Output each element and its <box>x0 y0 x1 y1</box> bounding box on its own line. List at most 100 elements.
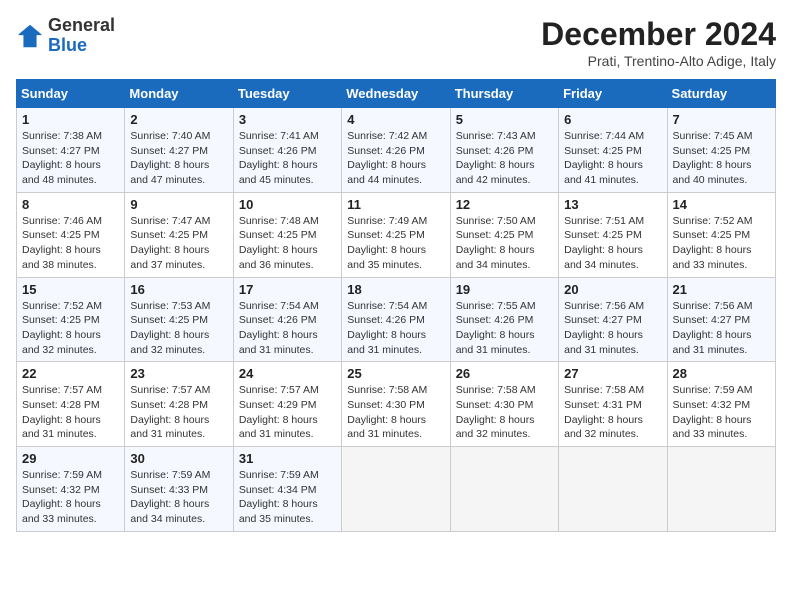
calendar-cell: 17 Sunrise: 7:54 AM Sunset: 4:26 PM Dayl… <box>233 277 341 362</box>
day-number: 18 <box>347 282 444 297</box>
calendar-cell: 10 Sunrise: 7:48 AM Sunset: 4:25 PM Dayl… <box>233 192 341 277</box>
day-info: Sunrise: 7:42 AM Sunset: 4:26 PM Dayligh… <box>347 129 444 188</box>
day-number: 27 <box>564 366 661 381</box>
logo-name: General Blue <box>48 16 115 56</box>
calendar-cell: 26 Sunrise: 7:58 AM Sunset: 4:30 PM Dayl… <box>450 362 558 447</box>
calendar-cell: 15 Sunrise: 7:52 AM Sunset: 4:25 PM Dayl… <box>17 277 125 362</box>
calendar-row: 29 Sunrise: 7:59 AM Sunset: 4:32 PM Dayl… <box>17 447 776 532</box>
calendar-cell: 1 Sunrise: 7:38 AM Sunset: 4:27 PM Dayli… <box>17 108 125 193</box>
calendar-cell: 19 Sunrise: 7:55 AM Sunset: 4:26 PM Dayl… <box>450 277 558 362</box>
col-tuesday: Tuesday <box>233 80 341 108</box>
calendar-cell: 23 Sunrise: 7:57 AM Sunset: 4:28 PM Dayl… <box>125 362 233 447</box>
day-number: 24 <box>239 366 336 381</box>
day-info: Sunrise: 7:54 AM Sunset: 4:26 PM Dayligh… <box>239 299 336 358</box>
day-number: 22 <box>22 366 119 381</box>
day-number: 4 <box>347 112 444 127</box>
day-info: Sunrise: 7:59 AM Sunset: 4:34 PM Dayligh… <box>239 468 336 527</box>
calendar-cell: 14 Sunrise: 7:52 AM Sunset: 4:25 PM Dayl… <box>667 192 775 277</box>
calendar-cell <box>450 447 558 532</box>
logo-general: General <box>48 15 115 35</box>
day-info: Sunrise: 7:58 AM Sunset: 4:30 PM Dayligh… <box>456 383 553 442</box>
day-info: Sunrise: 7:50 AM Sunset: 4:25 PM Dayligh… <box>456 214 553 273</box>
day-number: 2 <box>130 112 227 127</box>
calendar-cell: 21 Sunrise: 7:56 AM Sunset: 4:27 PM Dayl… <box>667 277 775 362</box>
calendar-cell <box>342 447 450 532</box>
calendar-cell: 28 Sunrise: 7:59 AM Sunset: 4:32 PM Dayl… <box>667 362 775 447</box>
title-block: December 2024 Prati, Trentino-Alto Adige… <box>541 16 776 69</box>
calendar-cell: 2 Sunrise: 7:40 AM Sunset: 4:27 PM Dayli… <box>125 108 233 193</box>
day-info: Sunrise: 7:43 AM Sunset: 4:26 PM Dayligh… <box>456 129 553 188</box>
day-number: 10 <box>239 197 336 212</box>
logo-icon <box>16 22 44 50</box>
calendar-header-row: Sunday Monday Tuesday Wednesday Thursday… <box>17 80 776 108</box>
day-info: Sunrise: 7:59 AM Sunset: 4:33 PM Dayligh… <box>130 468 227 527</box>
day-number: 23 <box>130 366 227 381</box>
day-info: Sunrise: 7:59 AM Sunset: 4:32 PM Dayligh… <box>22 468 119 527</box>
calendar-row: 22 Sunrise: 7:57 AM Sunset: 4:28 PM Dayl… <box>17 362 776 447</box>
calendar-cell: 8 Sunrise: 7:46 AM Sunset: 4:25 PM Dayli… <box>17 192 125 277</box>
day-number: 29 <box>22 451 119 466</box>
day-number: 26 <box>456 366 553 381</box>
day-number: 9 <box>130 197 227 212</box>
calendar-row: 15 Sunrise: 7:52 AM Sunset: 4:25 PM Dayl… <box>17 277 776 362</box>
day-number: 6 <box>564 112 661 127</box>
day-info: Sunrise: 7:52 AM Sunset: 4:25 PM Dayligh… <box>22 299 119 358</box>
calendar-cell: 27 Sunrise: 7:58 AM Sunset: 4:31 PM Dayl… <box>559 362 667 447</box>
col-monday: Monday <box>125 80 233 108</box>
day-number: 17 <box>239 282 336 297</box>
day-number: 16 <box>130 282 227 297</box>
col-sunday: Sunday <box>17 80 125 108</box>
day-info: Sunrise: 7:46 AM Sunset: 4:25 PM Dayligh… <box>22 214 119 273</box>
calendar-cell: 11 Sunrise: 7:49 AM Sunset: 4:25 PM Dayl… <box>342 192 450 277</box>
calendar-table: Sunday Monday Tuesday Wednesday Thursday… <box>16 79 776 532</box>
calendar-cell: 22 Sunrise: 7:57 AM Sunset: 4:28 PM Dayl… <box>17 362 125 447</box>
day-info: Sunrise: 7:51 AM Sunset: 4:25 PM Dayligh… <box>564 214 661 273</box>
calendar-cell <box>667 447 775 532</box>
day-number: 12 <box>456 197 553 212</box>
day-number: 11 <box>347 197 444 212</box>
day-info: Sunrise: 7:40 AM Sunset: 4:27 PM Dayligh… <box>130 129 227 188</box>
calendar-cell: 31 Sunrise: 7:59 AM Sunset: 4:34 PM Dayl… <box>233 447 341 532</box>
day-info: Sunrise: 7:56 AM Sunset: 4:27 PM Dayligh… <box>564 299 661 358</box>
day-info: Sunrise: 7:57 AM Sunset: 4:29 PM Dayligh… <box>239 383 336 442</box>
day-info: Sunrise: 7:47 AM Sunset: 4:25 PM Dayligh… <box>130 214 227 273</box>
calendar-cell <box>559 447 667 532</box>
day-number: 1 <box>22 112 119 127</box>
calendar-cell: 3 Sunrise: 7:41 AM Sunset: 4:26 PM Dayli… <box>233 108 341 193</box>
day-info: Sunrise: 7:48 AM Sunset: 4:25 PM Dayligh… <box>239 214 336 273</box>
calendar-cell: 24 Sunrise: 7:57 AM Sunset: 4:29 PM Dayl… <box>233 362 341 447</box>
logo-text-block: General Blue <box>48 16 115 56</box>
day-info: Sunrise: 7:41 AM Sunset: 4:26 PM Dayligh… <box>239 129 336 188</box>
day-number: 5 <box>456 112 553 127</box>
day-info: Sunrise: 7:38 AM Sunset: 4:27 PM Dayligh… <box>22 129 119 188</box>
day-number: 3 <box>239 112 336 127</box>
day-info: Sunrise: 7:57 AM Sunset: 4:28 PM Dayligh… <box>130 383 227 442</box>
calendar-cell: 29 Sunrise: 7:59 AM Sunset: 4:32 PM Dayl… <box>17 447 125 532</box>
calendar-cell: 6 Sunrise: 7:44 AM Sunset: 4:25 PM Dayli… <box>559 108 667 193</box>
day-number: 25 <box>347 366 444 381</box>
day-number: 20 <box>564 282 661 297</box>
day-number: 31 <box>239 451 336 466</box>
calendar-row: 1 Sunrise: 7:38 AM Sunset: 4:27 PM Dayli… <box>17 108 776 193</box>
col-friday: Friday <box>559 80 667 108</box>
col-thursday: Thursday <box>450 80 558 108</box>
day-number: 21 <box>673 282 770 297</box>
calendar-cell: 7 Sunrise: 7:45 AM Sunset: 4:25 PM Dayli… <box>667 108 775 193</box>
day-info: Sunrise: 7:59 AM Sunset: 4:32 PM Dayligh… <box>673 383 770 442</box>
calendar-cell: 20 Sunrise: 7:56 AM Sunset: 4:27 PM Dayl… <box>559 277 667 362</box>
day-info: Sunrise: 7:56 AM Sunset: 4:27 PM Dayligh… <box>673 299 770 358</box>
day-info: Sunrise: 7:52 AM Sunset: 4:25 PM Dayligh… <box>673 214 770 273</box>
day-number: 14 <box>673 197 770 212</box>
logo-blue: Blue <box>48 35 87 55</box>
day-number: 13 <box>564 197 661 212</box>
calendar-cell: 9 Sunrise: 7:47 AM Sunset: 4:25 PM Dayli… <box>125 192 233 277</box>
calendar-row: 8 Sunrise: 7:46 AM Sunset: 4:25 PM Dayli… <box>17 192 776 277</box>
day-info: Sunrise: 7:55 AM Sunset: 4:26 PM Dayligh… <box>456 299 553 358</box>
day-info: Sunrise: 7:44 AM Sunset: 4:25 PM Dayligh… <box>564 129 661 188</box>
col-saturday: Saturday <box>667 80 775 108</box>
calendar-cell: 13 Sunrise: 7:51 AM Sunset: 4:25 PM Dayl… <box>559 192 667 277</box>
calendar-cell: 12 Sunrise: 7:50 AM Sunset: 4:25 PM Dayl… <box>450 192 558 277</box>
day-number: 19 <box>456 282 553 297</box>
day-info: Sunrise: 7:58 AM Sunset: 4:30 PM Dayligh… <box>347 383 444 442</box>
calendar-cell: 16 Sunrise: 7:53 AM Sunset: 4:25 PM Dayl… <box>125 277 233 362</box>
